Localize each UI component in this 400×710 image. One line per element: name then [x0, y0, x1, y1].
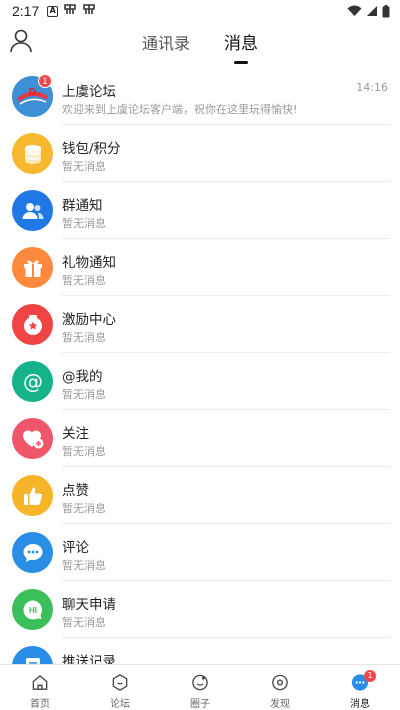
item-title: 钱包/积分 — [62, 141, 121, 157]
status-time: 2:17 — [12, 3, 40, 19]
svg-text:@: @ — [23, 369, 43, 393]
message-list: D 1 上虞论坛 14:16 欢迎来到上虞论坛客户端，祝你在这里玩得愉快! 钱包… — [0, 68, 400, 664]
nav-discover[interactable]: 发现 — [240, 665, 320, 710]
wifi-icon — [347, 5, 362, 16]
tab-messages[interactable]: 消息 — [224, 22, 258, 66]
status-bar: 2:17 A — [0, 0, 400, 22]
status-notification-icons: A — [47, 3, 96, 19]
item-subtitle: 暂无消息 — [62, 388, 106, 401]
list-item-incentive[interactable]: 激励中心 暂无消息 — [0, 296, 400, 353]
nav-circle[interactable]: 圈子 — [160, 665, 240, 710]
wallet-icon — [12, 133, 53, 174]
nav-unread-badge: 1 — [364, 670, 376, 682]
comment-icon — [12, 532, 53, 573]
item-title: 群通知 — [62, 198, 103, 214]
item-title: 推送记录 — [62, 654, 116, 664]
list-item-forum[interactable]: D 1 上虞论坛 14:16 欢迎来到上虞论坛客户端，祝你在这里玩得愉快! — [0, 68, 400, 125]
gift-icon — [12, 247, 53, 288]
discover-icon — [272, 674, 288, 691]
item-title: 点赞 — [62, 483, 89, 499]
item-subtitle: 暂无消息 — [62, 331, 106, 344]
nav-forum[interactable]: 论坛 — [80, 665, 160, 710]
incentive-icon — [12, 304, 53, 345]
tab-contacts[interactable]: 通讯录 — [142, 22, 190, 66]
item-title: 评论 — [62, 540, 89, 556]
nav-messages[interactable]: 1 消息 — [320, 665, 400, 710]
item-title: 关注 — [62, 426, 89, 442]
item-subtitle: 欢迎来到上虞论坛客户端，祝你在这里玩得愉快! — [62, 103, 298, 116]
heart-plus-icon — [12, 418, 53, 459]
svg-text:D: D — [29, 87, 36, 98]
header-tabs: 通讯录 消息 — [0, 22, 400, 66]
nav-label: 圈子 — [190, 699, 210, 710]
list-item-mentions[interactable]: @ @我的 暂无消息 — [0, 353, 400, 410]
item-subtitle: 暂无消息 — [62, 445, 106, 458]
nav-label: 发现 — [270, 699, 290, 710]
svg-text:HI: HI — [29, 606, 37, 615]
item-time: 14:16 — [356, 81, 388, 94]
list-item-push-record[interactable]: 推送记录 — [0, 638, 400, 664]
item-title: 激励中心 — [62, 312, 116, 328]
at-icon: @ — [12, 361, 53, 402]
list-item-chat-request[interactable]: HI 聊天申请 暂无消息 — [0, 581, 400, 638]
nav-label: 首页 — [30, 699, 50, 710]
thumbs-up-icon — [12, 475, 53, 516]
battery-icon — [382, 4, 390, 17]
item-subtitle: 暂无消息 — [62, 274, 106, 287]
item-title: 聊天申请 — [62, 597, 116, 613]
forum-icon — [112, 674, 128, 691]
app-icon — [82, 3, 96, 19]
chat-hi-icon: HI — [12, 589, 53, 630]
status-system-icons — [347, 4, 390, 18]
item-title: 上虞论坛 — [62, 84, 116, 100]
item-subtitle: 暂无消息 — [62, 160, 106, 173]
app-icon — [63, 3, 77, 19]
nav-label: 消息 — [350, 699, 370, 710]
bottom-nav: 首页 论坛 圈子 发现 1 消息 — [0, 664, 400, 710]
list-item-follow[interactable]: 关注 暂无消息 — [0, 410, 400, 467]
signal-icon — [367, 6, 377, 16]
list-item-group-notice[interactable]: 群通知 暂无消息 — [0, 182, 400, 239]
item-title: 礼物通知 — [62, 255, 116, 271]
item-subtitle: 暂无消息 — [62, 559, 106, 572]
home-icon — [32, 675, 48, 690]
list-item-wallet[interactable]: 钱包/积分 暂无消息 — [0, 125, 400, 182]
list-item-likes[interactable]: 点赞 暂无消息 — [0, 467, 400, 524]
item-subtitle: 暂无消息 — [62, 217, 106, 230]
top-bar: 通讯录 消息 — [0, 22, 400, 66]
item-subtitle: 暂无消息 — [62, 502, 106, 515]
list-item-comments[interactable]: 评论 暂无消息 — [0, 524, 400, 581]
list-item-gift[interactable]: 礼物通知 暂无消息 — [0, 239, 400, 296]
item-subtitle: 暂无消息 — [62, 616, 106, 629]
unread-badge: 1 — [38, 74, 52, 88]
group-icon — [12, 190, 53, 231]
push-record-icon — [12, 646, 53, 664]
item-title: @我的 — [62, 369, 103, 385]
a-icon: A — [47, 5, 59, 17]
nav-home[interactable]: 首页 — [0, 665, 80, 710]
circle-icon — [192, 674, 208, 691]
nav-label: 论坛 — [110, 699, 130, 710]
